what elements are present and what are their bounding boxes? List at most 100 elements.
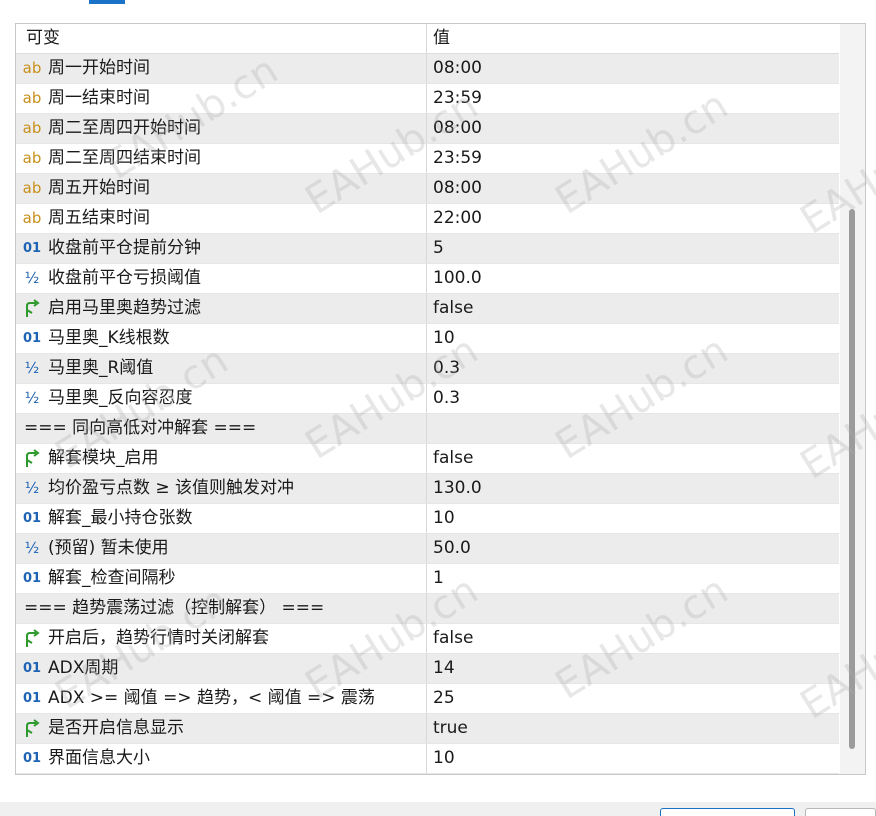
parameter-row[interactable]: ½ 马里奥_R阈值 0.3 [16, 354, 839, 384]
parameter-name: 界面信息大小 [48, 748, 150, 768]
parameter-row[interactable]: 01 解套_最小持仓张数 10 [16, 504, 839, 534]
parameter-value: 22:00 [433, 208, 482, 228]
parameter-value-cell[interactable]: 130.0 [427, 474, 839, 503]
table-header: 可变 值 [16, 24, 839, 54]
parameter-row[interactable]: 01 界面信息大小 10 [16, 744, 839, 774]
parameter-row[interactable]: ½ (预留) 暂未使用 50.0 [16, 534, 839, 564]
parameter-value-cell[interactable]: 0.3 [427, 354, 839, 383]
vertical-scrollbar[interactable] [840, 24, 865, 774]
parameter-name: 周一开始时间 [48, 58, 150, 78]
parameter-value-cell[interactable]: 1 [427, 564, 839, 593]
parameter-row[interactable]: 解套模块_启用 false [16, 444, 839, 474]
parameter-value-cell[interactable]: false [427, 294, 839, 323]
parameter-value-cell[interactable]: false [427, 624, 839, 653]
parameter-name-cell[interactable]: 01 ADX >= 阈值 => 趋势，< 阈值 => 震荡 [16, 684, 427, 713]
section-header-row[interactable]: === 同向高低对冲解套 === [16, 414, 839, 444]
parameter-row[interactable]: ab 周一开始时间 08:00 [16, 54, 839, 84]
parameter-row[interactable]: 01 解套_检查间隔秒 1 [16, 564, 839, 594]
double-type-icon: ½ [24, 359, 40, 377]
parameter-name: 收盘前平仓提前分钟 [48, 238, 201, 258]
parameter-name-cell[interactable]: === 趋势震荡过滤（控制解套） === [16, 594, 427, 623]
integer-type-icon: 01 [22, 511, 42, 526]
parameter-name-cell[interactable]: ½ 马里奥_反向容忍度 [16, 384, 427, 413]
string-type-icon: ab [22, 89, 42, 107]
parameter-value-cell[interactable] [427, 594, 839, 623]
parameter-value-cell[interactable]: 25 [427, 684, 839, 713]
string-type-icon: ab [22, 119, 42, 137]
parameter-value-cell[interactable] [427, 414, 839, 443]
parameter-name-cell[interactable]: 是否开启信息显示 [16, 714, 427, 743]
parameter-row[interactable]: 01 ADX >= 阈值 => 趋势，< 阈值 => 震荡 25 [16, 684, 839, 714]
scrollbar-thumb[interactable] [849, 209, 855, 749]
parameter-value-cell[interactable]: 14 [427, 654, 839, 683]
double-type-icon: ½ [24, 539, 40, 557]
parameter-value-cell[interactable]: true [427, 714, 839, 743]
parameter-name-cell[interactable]: ½ 马里奥_R阈值 [16, 354, 427, 383]
parameter-name-cell[interactable]: ½ 均价盈亏点数 ≥ 该值则触发对冲 [16, 474, 427, 503]
parameter-name-cell[interactable]: ab 周一结束时间 [16, 84, 427, 113]
parameter-row[interactable]: 01 马里奥_K线根数 10 [16, 324, 839, 354]
parameter-value-cell[interactable]: false [427, 444, 839, 473]
parameter-name-cell[interactable]: ½ (预留) 暂未使用 [16, 534, 427, 563]
column-header-value[interactable]: 值 [427, 24, 839, 53]
column-header-variable[interactable]: 可变 [16, 24, 427, 53]
cancel-button[interactable] [805, 808, 876, 816]
parameter-value-cell[interactable]: 10 [427, 744, 839, 773]
parameter-row[interactable]: ab 周二至周四开始时间 08:00 [16, 114, 839, 144]
parameter-name-cell[interactable]: 01 ADX周期 [16, 654, 427, 683]
boolean-type-icon [21, 718, 43, 739]
parameter-name-cell[interactable]: ab 周一开始时间 [16, 54, 427, 83]
parameter-value-cell[interactable]: 08:00 [427, 54, 839, 83]
parameter-name: 均价盈亏点数 ≥ 该值则触发对冲 [48, 478, 295, 498]
parameter-row[interactable]: 启用马里奥趋势过滤 false [16, 294, 839, 324]
parameter-row[interactable]: ½ 收盘前平仓亏损阈值 100.0 [16, 264, 839, 294]
parameter-value-cell[interactable]: 0.3 [427, 384, 839, 413]
section-header-row[interactable]: === 趋势震荡过滤（控制解套） === [16, 594, 839, 624]
parameter-row[interactable]: ab 周一结束时间 23:59 [16, 84, 839, 114]
integer-type-icon: 01 [22, 661, 42, 676]
parameter-value-cell[interactable]: 08:00 [427, 114, 839, 143]
parameter-row[interactable]: ab 周五结束时间 22:00 [16, 204, 839, 234]
parameter-value-cell[interactable]: 23:59 [427, 84, 839, 113]
parameter-name-cell[interactable]: === 同向高低对冲解套 === [16, 414, 427, 443]
parameter-value-cell[interactable]: 23:59 [427, 144, 839, 173]
parameter-value-cell[interactable]: 22:00 [427, 204, 839, 233]
parameter-name: 解套模块_启用 [48, 448, 159, 468]
parameter-name-cell[interactable]: ab 周五结束时间 [16, 204, 427, 233]
parameter-name-cell[interactable]: ½ 收盘前平仓亏损阈值 [16, 264, 427, 293]
parameter-value: 08:00 [433, 178, 482, 198]
parameter-row[interactable]: 01 收盘前平仓提前分钟 5 [16, 234, 839, 264]
parameter-value-cell[interactable]: 5 [427, 234, 839, 263]
parameter-row[interactable]: ab 周二至周四结束时间 23:59 [16, 144, 839, 174]
parameter-name-cell[interactable]: 01 马里奥_K线根数 [16, 324, 427, 353]
parameter-value-cell[interactable]: 10 [427, 504, 839, 533]
ok-button[interactable] [660, 808, 795, 816]
parameter-name-cell[interactable]: 解套模块_启用 [16, 444, 427, 473]
parameter-name-cell[interactable]: ab 周五开始时间 [16, 174, 427, 203]
parameter-name-cell[interactable]: 01 解套_最小持仓张数 [16, 504, 427, 533]
parameter-row[interactable]: 01 ADX周期 14 [16, 654, 839, 684]
parameter-name-cell[interactable]: ab 周二至周四开始时间 [16, 114, 427, 143]
parameter-value-cell[interactable]: 08:00 [427, 174, 839, 203]
parameter-row[interactable]: ½ 均价盈亏点数 ≥ 该值则触发对冲 130.0 [16, 474, 839, 504]
parameter-name-cell[interactable]: 开启后，趋势行情时关闭解套 [16, 624, 427, 653]
parameter-name: 是否开启信息显示 [48, 718, 184, 738]
parameter-name-cell[interactable]: 01 解套_检查间隔秒 [16, 564, 427, 593]
parameter-row[interactable]: 开启后，趋势行情时关闭解套 false [16, 624, 839, 654]
parameter-value: 10 [433, 328, 455, 348]
parameter-row[interactable]: ab 周五开始时间 08:00 [16, 174, 839, 204]
parameter-value-cell[interactable]: 100.0 [427, 264, 839, 293]
parameter-value-cell[interactable]: 50.0 [427, 534, 839, 563]
parameter-row[interactable]: ½ 马里奥_反向容忍度 0.3 [16, 384, 839, 414]
string-type-icon: ab [22, 209, 42, 227]
parameter-row[interactable]: 是否开启信息显示 true [16, 714, 839, 744]
parameter-name-cell[interactable]: ab 周二至周四结束时间 [16, 144, 427, 173]
parameter-value-cell[interactable]: 10 [427, 324, 839, 353]
parameter-name-cell[interactable]: 01 收盘前平仓提前分钟 [16, 234, 427, 263]
parameter-name-cell[interactable]: 01 界面信息大小 [16, 744, 427, 773]
active-tab-indicator [89, 0, 125, 4]
parameter-value: 130.0 [433, 478, 482, 498]
inputs-dialog: 可变 值 ab 周一开始时间 08:00 ab 周一结束时间 23:59 ab 周二至周四开始… [0, 0, 876, 816]
parameter-name: 周五结束时间 [48, 208, 150, 228]
parameter-name-cell[interactable]: 启用马里奥趋势过滤 [16, 294, 427, 323]
